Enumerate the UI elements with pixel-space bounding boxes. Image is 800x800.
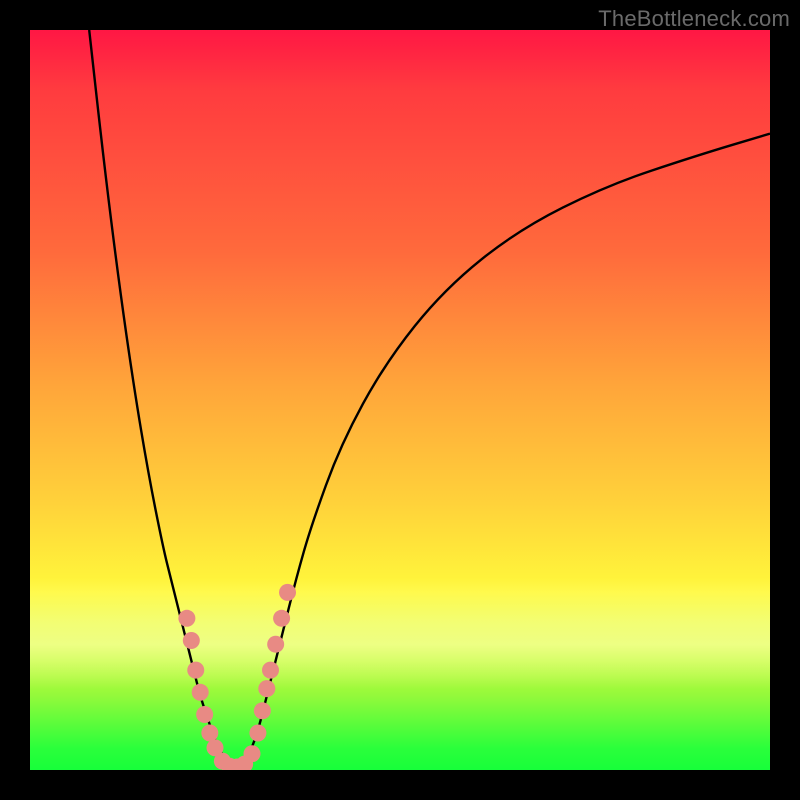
data-marker	[178, 610, 195, 627]
curve-left-branch	[89, 30, 237, 770]
data-marker	[249, 725, 266, 742]
curve-right-branch	[237, 134, 770, 770]
data-marker	[258, 680, 275, 697]
data-marker	[254, 702, 271, 719]
plot-area	[30, 30, 770, 770]
chart-frame: TheBottleneck.com	[0, 0, 800, 800]
data-marker	[201, 725, 218, 742]
data-marker	[267, 636, 284, 653]
chart-svg	[30, 30, 770, 770]
data-marker	[279, 584, 296, 601]
data-marker	[192, 684, 209, 701]
marker-group	[178, 584, 296, 770]
data-marker	[183, 632, 200, 649]
data-marker	[273, 610, 290, 627]
data-marker	[244, 745, 261, 762]
data-marker	[196, 706, 213, 723]
watermark-text: TheBottleneck.com	[598, 6, 790, 32]
data-marker	[262, 662, 279, 679]
data-marker	[187, 662, 204, 679]
